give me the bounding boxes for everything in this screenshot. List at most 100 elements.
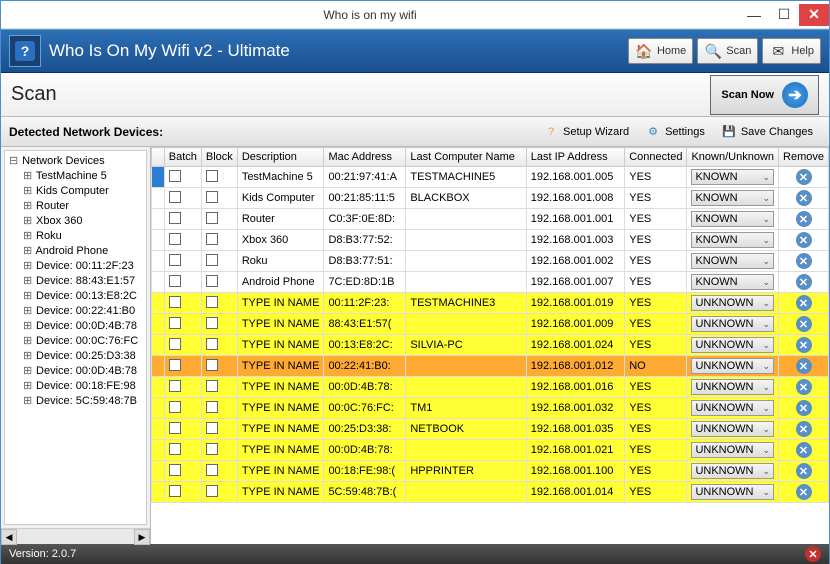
- tree-item[interactable]: ⊞ Device: 00:0D:4B:78: [7, 318, 144, 333]
- remove-icon[interactable]: ✕: [796, 463, 812, 479]
- expand-icon[interactable]: ⊞: [23, 364, 33, 377]
- row-select-cell[interactable]: [152, 377, 165, 398]
- table-row[interactable]: TYPE IN NAME00:25:D3:38:NETBOOK192.168.0…: [152, 419, 829, 440]
- block-checkbox-cell[interactable]: [201, 419, 237, 440]
- remove-cell[interactable]: ✕: [779, 167, 829, 188]
- known-select[interactable]: UNKNOWN⌄: [691, 337, 774, 353]
- remove-icon[interactable]: ✕: [796, 379, 812, 395]
- checkbox[interactable]: [206, 338, 218, 350]
- block-checkbox-cell[interactable]: [201, 293, 237, 314]
- batch-checkbox-cell[interactable]: [164, 272, 201, 293]
- help-button[interactable]: ✉ Help: [762, 38, 821, 64]
- tree-item[interactable]: ⊞ Device: 00:22:41:B0: [7, 303, 144, 318]
- remove-icon[interactable]: ✕: [796, 295, 812, 311]
- expand-icon[interactable]: ⊞: [23, 184, 33, 197]
- remove-cell[interactable]: ✕: [779, 209, 829, 230]
- tree-item[interactable]: ⊞ Router: [7, 198, 144, 213]
- checkbox[interactable]: [169, 170, 181, 182]
- row-select-cell[interactable]: [152, 230, 165, 251]
- remove-icon[interactable]: ✕: [796, 358, 812, 374]
- remove-cell[interactable]: ✕: [779, 230, 829, 251]
- batch-checkbox-cell[interactable]: [164, 419, 201, 440]
- remove-icon[interactable]: ✕: [796, 400, 812, 416]
- block-checkbox-cell[interactable]: [201, 461, 237, 482]
- remove-icon[interactable]: ✕: [796, 211, 812, 227]
- known-cell[interactable]: KNOWN⌄: [687, 167, 779, 188]
- col-select[interactable]: [152, 148, 165, 167]
- description-cell[interactable]: TestMachine 5: [237, 167, 324, 188]
- maximize-button[interactable]: ☐: [769, 4, 799, 26]
- description-cell[interactable]: Kids Computer: [237, 188, 324, 209]
- row-select-cell[interactable]: [152, 314, 165, 335]
- table-row[interactable]: Xbox 360D8:B3:77:52:192.168.001.003YESKN…: [152, 230, 829, 251]
- checkbox[interactable]: [169, 338, 181, 350]
- remove-cell[interactable]: ✕: [779, 377, 829, 398]
- known-select[interactable]: KNOWN⌄: [691, 253, 774, 269]
- row-select-cell[interactable]: [152, 440, 165, 461]
- row-select-cell[interactable]: [152, 356, 165, 377]
- device-tree[interactable]: ⊟ Network Devices ⊞ TestMachine 5⊞ Kids …: [4, 150, 147, 525]
- expand-icon[interactable]: ⊞: [23, 304, 33, 317]
- description-cell[interactable]: TYPE IN NAME: [237, 461, 324, 482]
- tree-item[interactable]: ⊞ Device: 00:0D:4B:78: [7, 363, 144, 378]
- expand-icon[interactable]: ⊞: [23, 319, 33, 332]
- expand-icon[interactable]: ⊞: [23, 259, 33, 272]
- block-checkbox-cell[interactable]: [201, 377, 237, 398]
- table-row[interactable]: TYPE IN NAME88:43:E1:57(192.168.001.009Y…: [152, 314, 829, 335]
- expand-icon[interactable]: ⊞: [23, 244, 33, 257]
- home-button[interactable]: 🏠 Home: [628, 38, 693, 64]
- checkbox[interactable]: [169, 233, 181, 245]
- table-row[interactable]: TYPE IN NAME00:0D:4B:78:192.168.001.021Y…: [152, 440, 829, 461]
- description-cell[interactable]: Android Phone: [237, 272, 324, 293]
- batch-checkbox-cell[interactable]: [164, 230, 201, 251]
- tree-item[interactable]: ⊞ Kids Computer: [7, 183, 144, 198]
- batch-checkbox-cell[interactable]: [164, 293, 201, 314]
- expand-icon[interactable]: ⊞: [23, 229, 33, 242]
- devices-grid[interactable]: Batch Block Description Mac Address Last…: [151, 147, 829, 544]
- checkbox[interactable]: [206, 464, 218, 476]
- remove-icon[interactable]: ✕: [796, 169, 812, 185]
- table-row[interactable]: TYPE IN NAME00:22:41:B0:192.168.001.012N…: [152, 356, 829, 377]
- table-row[interactable]: RouterC0:3F:0E:8D:192.168.001.001YESKNOW…: [152, 209, 829, 230]
- remove-cell[interactable]: ✕: [779, 272, 829, 293]
- block-checkbox-cell[interactable]: [201, 251, 237, 272]
- block-checkbox-cell[interactable]: [201, 440, 237, 461]
- known-select[interactable]: KNOWN⌄: [691, 274, 774, 290]
- setup-wizard-button[interactable]: ? Setup Wizard: [535, 121, 637, 143]
- batch-checkbox-cell[interactable]: [164, 377, 201, 398]
- batch-checkbox-cell[interactable]: [164, 167, 201, 188]
- scroll-right-icon[interactable]: ▶: [134, 529, 150, 545]
- description-cell[interactable]: TYPE IN NAME: [237, 356, 324, 377]
- scan-now-button[interactable]: Scan Now ➔: [710, 75, 819, 115]
- checkbox[interactable]: [169, 380, 181, 392]
- checkbox[interactable]: [206, 401, 218, 413]
- table-row[interactable]: RokuD8:B3:77:51:192.168.001.002YESKNOWN⌄…: [152, 251, 829, 272]
- description-cell[interactable]: TYPE IN NAME: [237, 482, 324, 503]
- batch-checkbox-cell[interactable]: [164, 188, 201, 209]
- tree-root[interactable]: ⊟ Network Devices: [7, 153, 144, 168]
- remove-icon[interactable]: ✕: [796, 190, 812, 206]
- block-checkbox-cell[interactable]: [201, 167, 237, 188]
- description-cell[interactable]: Roku: [237, 251, 324, 272]
- row-select-cell[interactable]: [152, 209, 165, 230]
- col-batch[interactable]: Batch: [164, 148, 201, 167]
- known-cell[interactable]: UNKNOWN⌄: [687, 440, 779, 461]
- checkbox[interactable]: [169, 317, 181, 329]
- expand-icon[interactable]: ⊞: [23, 274, 33, 287]
- expand-icon[interactable]: ⊞: [23, 349, 33, 362]
- checkbox[interactable]: [169, 485, 181, 497]
- close-button[interactable]: ✕: [799, 4, 829, 26]
- block-checkbox-cell[interactable]: [201, 272, 237, 293]
- table-row[interactable]: Kids Computer00:21:85:11:5BLACKBOX192.16…: [152, 188, 829, 209]
- tree-item[interactable]: ⊞ TestMachine 5: [7, 168, 144, 183]
- remove-icon[interactable]: ✕: [796, 484, 812, 500]
- remove-icon[interactable]: ✕: [796, 442, 812, 458]
- expand-icon[interactable]: ⊞: [23, 394, 33, 407]
- description-cell[interactable]: Xbox 360: [237, 230, 324, 251]
- checkbox[interactable]: [169, 191, 181, 203]
- known-cell[interactable]: UNKNOWN⌄: [687, 398, 779, 419]
- batch-checkbox-cell[interactable]: [164, 356, 201, 377]
- known-cell[interactable]: UNKNOWN⌄: [687, 314, 779, 335]
- col-connected[interactable]: Connected: [625, 148, 687, 167]
- batch-checkbox-cell[interactable]: [164, 335, 201, 356]
